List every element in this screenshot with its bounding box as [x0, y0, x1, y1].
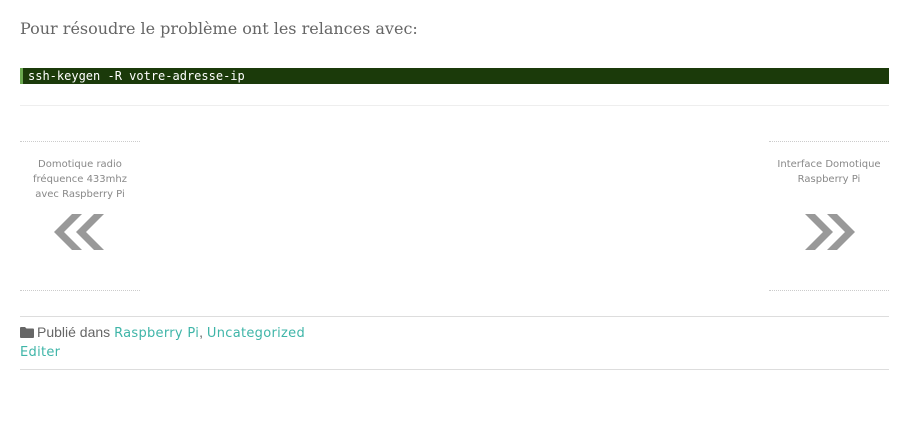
double-chevron-left-icon[interactable]	[50, 214, 110, 250]
published-in-label: Publié dans	[37, 324, 111, 340]
folder-icon	[20, 327, 34, 338]
post-meta: Publié dans Raspberry Pi, Uncategorized	[20, 323, 305, 343]
double-chevron-right-icon[interactable]	[799, 214, 859, 250]
code-block: ssh-keygen -R votre-adresse-ip	[20, 68, 889, 84]
edit-link[interactable]: Editer	[20, 344, 60, 362]
previous-post-title[interactable]: Domotique radio fréquence 433mhz avec Ra…	[24, 157, 136, 202]
divider	[20, 105, 889, 106]
category-link-uncategorized[interactable]: Uncategorized	[207, 326, 305, 341]
next-post-link[interactable]: Interface Domotique Raspberry Pi	[769, 141, 889, 291]
divider	[20, 316, 889, 317]
category-separator: ,	[199, 324, 207, 340]
category-link-raspberry-pi[interactable]: Raspberry Pi	[114, 326, 199, 341]
next-post-title[interactable]: Interface Domotique Raspberry Pi	[770, 157, 888, 187]
divider	[20, 369, 889, 370]
previous-post-link[interactable]: Domotique radio fréquence 433mhz avec Ra…	[20, 141, 140, 291]
intro-paragraph: Pour résoudre le problème ont les relanc…	[20, 19, 418, 38]
